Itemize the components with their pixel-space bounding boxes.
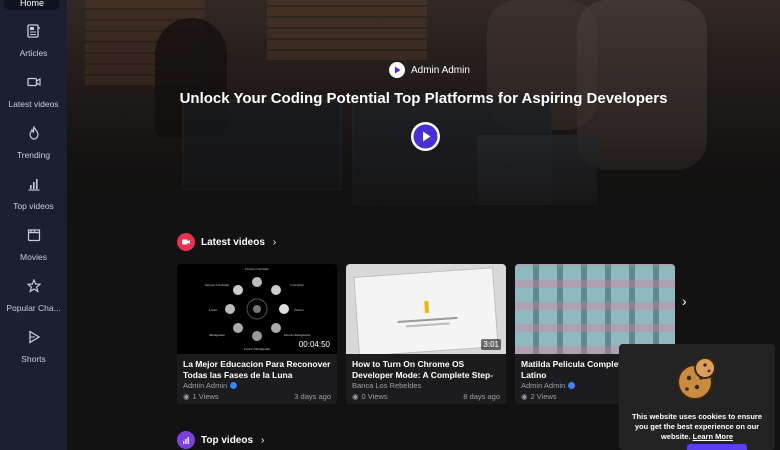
section-title: Latest videos (201, 236, 265, 248)
flame-icon (28, 126, 39, 140)
laptop-screen-illustration (353, 267, 499, 354)
bar-chart-icon (177, 431, 195, 449)
video-views-label: 0 Views (361, 392, 388, 401)
video-duration: 3:01 (481, 339, 501, 350)
hero-overlay (67, 0, 780, 240)
warning-icon (424, 300, 430, 314)
play-icon (413, 124, 438, 149)
sidebar-item-label: Shorts (21, 354, 46, 364)
clapperboard-icon (27, 229, 40, 242)
video-author-name: Admin Admin (521, 381, 566, 390)
sidebar-item-popular-channels[interactable]: Popular Cha... (0, 279, 67, 316)
latest-videos-header[interactable]: Latest videos › (177, 233, 276, 251)
eye-icon: ◉ (183, 392, 190, 401)
sidebar-item-label: Trending (16, 150, 51, 160)
page: Home Articles Latest videos Trending Top… (0, 0, 780, 450)
sidebar-item-label: Movies (20, 252, 47, 262)
sidebar-item-label: Articles (19, 48, 48, 58)
video-duration: 00:04:50 (296, 339, 332, 350)
articles-icon (26, 24, 40, 38)
moon-label: Menguante (209, 333, 225, 337)
author-avatar (389, 62, 405, 78)
sidebar-item-label: Latest videos (8, 99, 59, 109)
carousel-next-button[interactable]: › (682, 293, 687, 309)
video-date: 8 days ago (463, 392, 500, 401)
top-videos-header[interactable]: Top videos › (177, 431, 264, 449)
video-card[interactable]: 3:01 How to Turn On Chrome OS Developer … (346, 264, 506, 404)
video-views: ◉ 1 Views (183, 392, 219, 401)
chevron-right-icon: › (261, 434, 265, 446)
eye-icon: ◉ (521, 392, 528, 401)
video-author[interactable]: Banca Los Rebeldes (352, 381, 421, 390)
hero-play-button[interactable] (411, 122, 440, 151)
sidebar-item-articles[interactable]: Articles (0, 24, 67, 61)
verified-icon (568, 382, 576, 389)
sidebar-item-label: Popular Cha... (6, 303, 61, 313)
verified-icon (230, 382, 238, 389)
video-author[interactable]: Admin Admin (183, 381, 238, 390)
sidebar-item-home[interactable]: Home (4, 0, 60, 10)
moon-label: Llena (209, 308, 217, 312)
sidebar-item-latest-videos[interactable]: Latest videos (0, 75, 67, 112)
sidebar-item-shorts[interactable]: Shorts (0, 330, 67, 367)
sidebar: Home Articles Latest videos Trending Top… (0, 0, 67, 450)
learn-more-link[interactable]: Learn More (693, 432, 733, 441)
bar-chart-icon (28, 179, 39, 191)
section-title: Top videos (201, 434, 254, 446)
video-views: ◉ 2 Views (521, 392, 557, 401)
shorts-play-icon (28, 330, 40, 344)
hero-banner[interactable]: Admin Admin Unlock Your Coding Potential… (67, 0, 780, 240)
video-card[interactable]: Cuarto Creciente Gibosa Creciente Crecie… (177, 264, 337, 404)
sidebar-item-top-videos[interactable]: Top videos (0, 177, 67, 214)
eye-icon: ◉ (352, 392, 359, 401)
cookie-icon (677, 357, 716, 400)
cookie-message: This website uses cookies to ensure you … (627, 412, 767, 442)
cookie-consent-banner: This website uses cookies to ensure you … (619, 344, 775, 450)
accept-cookies-button[interactable] (687, 444, 747, 450)
video-thumbnail[interactable] (515, 264, 675, 354)
video-date: 3 days ago (294, 392, 331, 401)
moon-label: Cuarto Creciente (245, 267, 269, 271)
play-logo-icon (395, 66, 401, 74)
moon-label: Cuarto Menguante (244, 347, 271, 351)
sidebar-item-label: Home (19, 0, 44, 8)
sidebar-item-movies[interactable]: Movies (0, 228, 67, 265)
video-camera-icon (26, 77, 41, 87)
video-views: ◉ 0 Views (352, 392, 388, 401)
chevron-right-icon: › (272, 236, 277, 248)
video-author-name: Admin Admin (183, 381, 228, 390)
video-author[interactable]: Admin Admin (521, 381, 576, 390)
video-camera-icon (177, 233, 195, 251)
video-views-label: 1 Views (192, 392, 219, 401)
moon-label: Nueva (294, 308, 304, 312)
hero-title[interactable]: Unlock Your Coding Potential Top Platfor… (67, 90, 780, 107)
sidebar-item-trending[interactable]: Trending (0, 126, 67, 163)
moon-label: Gibosa Menguante (284, 333, 311, 337)
video-title[interactable]: La Mejor Educacion Para Reconover Todas … (183, 359, 335, 381)
author-name: Admin Admin (411, 64, 470, 76)
video-author-name: Banca Los Rebeldes (352, 381, 422, 390)
hero-author[interactable]: Admin Admin (389, 61, 470, 79)
moon-label: Creciente (290, 283, 304, 287)
video-title[interactable]: How to Turn On Chrome OS Developer Mode:… (352, 359, 504, 381)
video-views-label: 2 Views (530, 392, 557, 401)
video-thumbnail[interactable]: Cuarto Creciente Gibosa Creciente Crecie… (177, 264, 337, 354)
star-icon (26, 279, 41, 293)
video-thumbnail[interactable]: 3:01 (346, 264, 506, 354)
sidebar-item-label: Top videos (13, 201, 54, 211)
moon-label: Gibosa Creciente (205, 283, 230, 287)
